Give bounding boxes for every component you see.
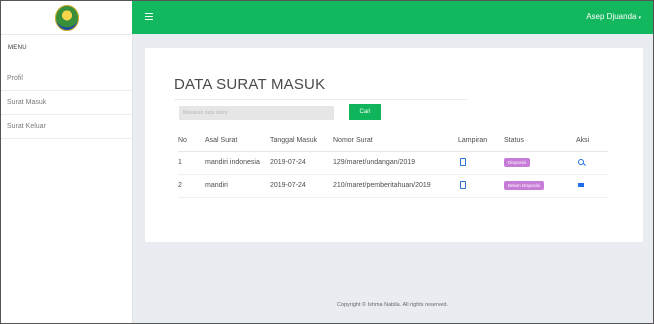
column-header-tanggal-masuk: Tanggal Masuk [270, 131, 333, 152]
column-header-nomor-surat: Nomor Surat [333, 131, 458, 152]
status-badge: Disposisi [504, 158, 531, 167]
content-card: DATA SURAT MASUK Cari No Asal Surat Tang… [145, 48, 643, 242]
search-input[interactable] [179, 106, 334, 120]
table-row: 2 mandiri 2019-07-24 210/maret/pemberita… [178, 174, 608, 198]
cell-asal-surat: mandiri [205, 174, 270, 198]
letters-table: No Asal Surat Tanggal Masuk Nomor Surat … [178, 131, 608, 198]
cell-nomor-surat: 129/maret/undangan/2019 [333, 151, 458, 175]
cell-aksi [576, 151, 608, 175]
cell-aksi [576, 174, 608, 198]
user-name: Asep Djuanda [586, 12, 637, 21]
table-row: 1 mandiri indonesia 2019-07-24 129/maret… [178, 151, 608, 175]
top-navbar: Asep Djuanda ▾ [132, 1, 653, 34]
hamburger-menu-icon[interactable] [145, 13, 153, 21]
column-header-asal-surat: Asal Surat [205, 131, 270, 152]
chevron-down-icon: ▾ [638, 15, 641, 21]
menu-heading: MENU [8, 45, 27, 51]
cell-tanggal-masuk: 2019-07-24 [270, 151, 333, 175]
cell-status: Disposisi [504, 151, 576, 175]
title-divider [174, 99, 467, 100]
cell-lampiran [458, 174, 504, 198]
cell-asal-surat: mandiri indonesia [205, 151, 270, 175]
logo-area[interactable] [1, 1, 132, 35]
logo-emblem [54, 4, 79, 31]
sidebar: MENU Profil Surat Masuk Surat Keluar [1, 1, 133, 323]
search-button[interactable]: Cari [349, 104, 381, 120]
cell-no: 2 [178, 174, 205, 198]
column-header-lampiran: Lampiran [458, 131, 504, 152]
file-icon[interactable] [460, 180, 466, 189]
status-badge: Belum Disposisi [504, 181, 545, 190]
column-header-no: No [178, 131, 205, 152]
column-header-status: Status [504, 131, 576, 152]
page-title: DATA SURAT MASUK [174, 76, 326, 93]
column-header-aksi: Aksi [576, 131, 608, 152]
sidebar-item-profil[interactable]: Profil [1, 67, 132, 91]
mail-icon[interactable] [578, 183, 584, 187]
footer-copyright: Copyright © Ishma Nabila. All rights res… [336, 302, 449, 308]
file-icon[interactable] [460, 157, 466, 166]
app-frame: MENU Profil Surat Masuk Surat Keluar Ase… [0, 0, 654, 324]
cell-nomor-surat: 210/maret/pemberitahuan/2019 [333, 174, 458, 198]
sidebar-item-surat-keluar[interactable]: Surat Keluar [1, 115, 132, 139]
user-menu[interactable]: Asep Djuanda ▾ [586, 12, 641, 21]
search-icon[interactable] [578, 158, 584, 165]
cell-status: Belum Disposisi [504, 174, 576, 198]
cell-tanggal-masuk: 2019-07-24 [270, 174, 333, 198]
cell-lampiran [458, 151, 504, 175]
cell-no: 1 [178, 151, 205, 175]
sidebar-item-surat-masuk[interactable]: Surat Masuk [1, 91, 132, 115]
table-header-row: No Asal Surat Tanggal Masuk Nomor Surat … [178, 131, 608, 152]
